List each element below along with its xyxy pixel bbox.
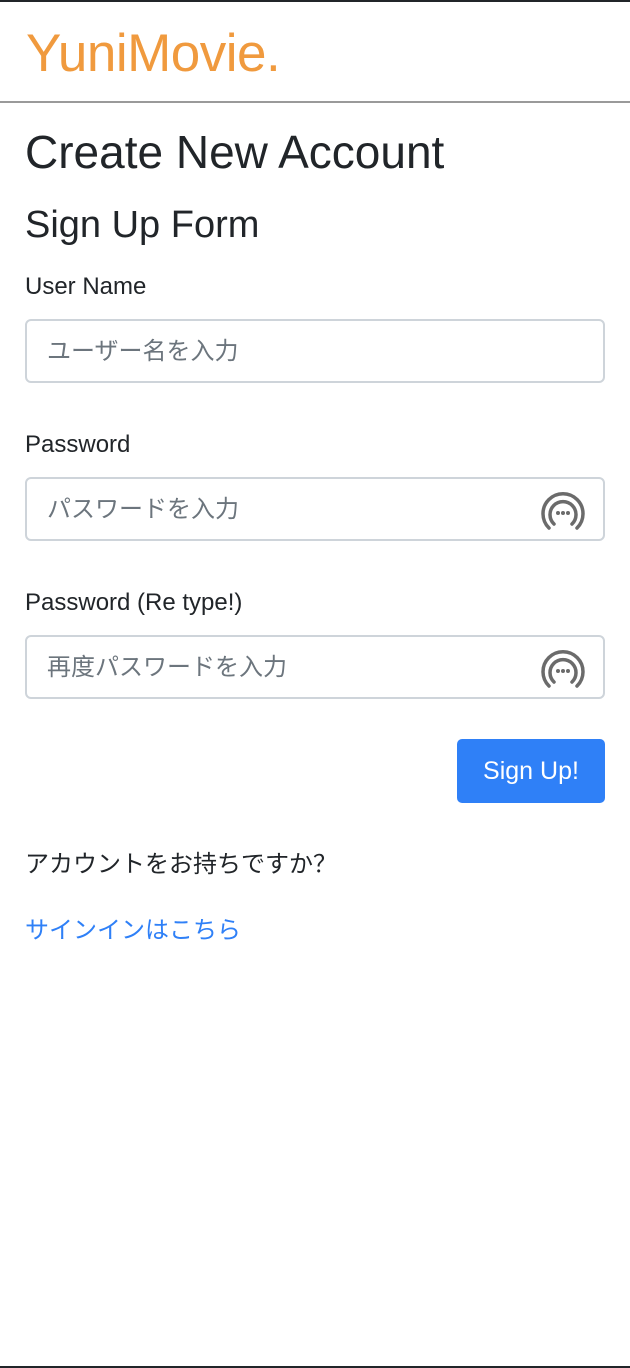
brand-logo-link[interactable]: YuniMovie. (26, 24, 281, 83)
password-retype-label: Password (Re type!) (25, 589, 243, 616)
password-input[interactable] (27, 479, 603, 539)
page-title: Create New Account (25, 126, 445, 178)
password-manager-icon[interactable] (539, 488, 587, 534)
username-label: User Name (25, 273, 147, 300)
password-retype-input[interactable] (27, 637, 603, 697)
password-field-wrapper (25, 477, 605, 541)
submit-row: Sign Up! (25, 739, 605, 803)
page: YuniMovie. Create New Account Sign Up Fo… (0, 0, 630, 1368)
password-manager-icon[interactable] (539, 646, 587, 692)
have-account-text: アカウントをお持ちですか？ (25, 850, 337, 878)
signup-form: User Name Password Password (Re typ (25, 273, 605, 803)
username-field-wrapper (25, 319, 605, 383)
form-title: Sign Up Form (25, 204, 260, 246)
sign-up-button[interactable]: Sign Up! (457, 739, 605, 803)
navbar: YuniMovie. (0, 2, 630, 103)
password-retype-field-wrapper (25, 635, 605, 699)
signin-link[interactable]: サインインはこちら (25, 915, 241, 945)
username-input[interactable] (27, 321, 603, 381)
password-label: Password (25, 431, 131, 458)
main-content: Create New Account Sign Up Form User Nam… (0, 125, 630, 945)
